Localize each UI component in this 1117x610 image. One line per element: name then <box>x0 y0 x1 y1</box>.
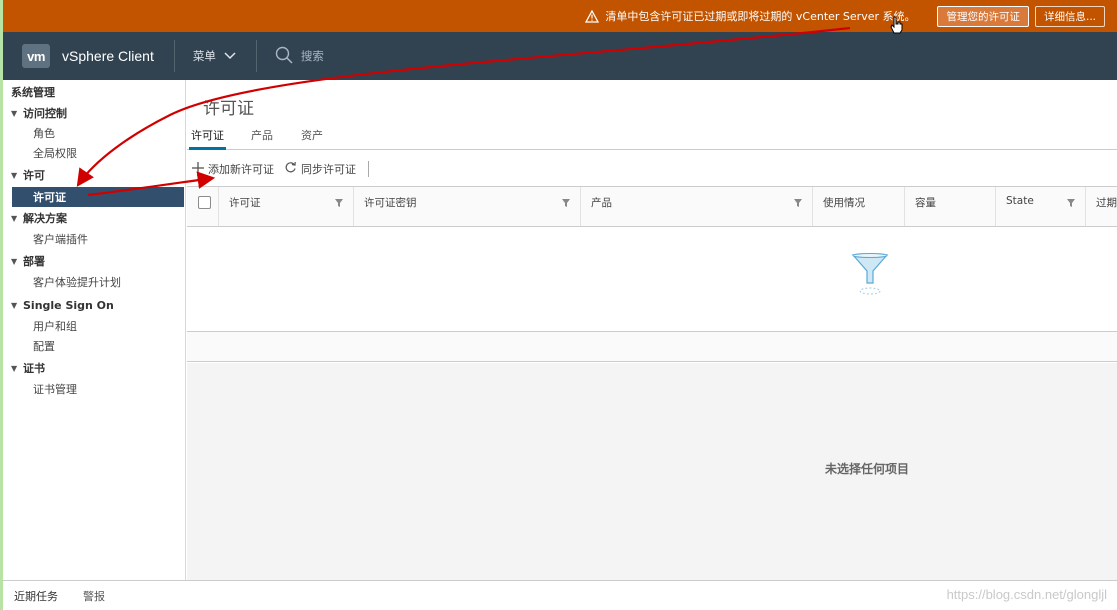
filter-icon[interactable] <box>335 198 343 210</box>
empty-funnel-icon <box>851 253 889 300</box>
sidebar-group-certificates[interactable]: ▼ 证书 <box>3 358 186 378</box>
sidebar-item-global-permissions[interactable]: 全局权限 <box>3 143 186 163</box>
column-header-state[interactable]: State <box>995 187 1085 226</box>
caret-down-icon: ▼ <box>11 170 18 180</box>
filter-icon[interactable] <box>794 198 802 210</box>
page-title: 许可证 <box>203 99 254 119</box>
column-label: State <box>1006 195 1034 207</box>
sidebar-item-client-plugins[interactable]: 客户端插件 <box>3 229 186 249</box>
search-label: 搜索 <box>300 49 324 63</box>
sidebar-item-certificate-management[interactable]: 证书管理 <box>3 379 186 399</box>
no-selection-text: 未选择任何项目 <box>825 462 910 476</box>
column-label: 容量 <box>915 197 936 209</box>
menu-dropdown[interactable]: 菜单 <box>193 48 236 64</box>
details-button[interactable]: 详细信息... <box>1034 5 1105 27</box>
add-license-button[interactable]: 添加新许可证 <box>192 161 274 177</box>
sidebar-group-label: Single Sign On <box>23 298 114 312</box>
column-header-product[interactable]: 产品 <box>580 187 812 226</box>
plus-icon <box>192 161 204 177</box>
caret-down-icon: ▼ <box>11 213 18 223</box>
caret-down-icon: ▼ <box>11 363 18 373</box>
filter-icon[interactable] <box>1067 198 1075 210</box>
header-divider <box>255 40 257 72</box>
column-header-capacity[interactable]: 容量 <box>904 187 995 226</box>
sidebar-item-ceip[interactable]: 客户体验提升计划 <box>3 272 186 292</box>
top-header: vm vSphere Client 菜单 搜索 <box>3 32 1117 80</box>
license-grid: 许可证 许可证密钥 产品 使用情况 容量 State 过期 <box>187 186 1117 332</box>
tab-alarms[interactable]: 警报 <box>83 588 105 604</box>
global-search[interactable]: 搜索 <box>275 46 324 67</box>
column-header-expiration[interactable]: 过期 <box>1085 187 1117 226</box>
chevron-down-icon <box>224 49 236 63</box>
column-header-usage[interactable]: 使用情况 <box>812 187 904 226</box>
sync-licenses-button[interactable]: 同步许可证 <box>284 161 356 177</box>
sidebar-group-solutions[interactable]: ▼ 解决方案 <box>3 208 186 228</box>
column-label: 产品 <box>591 197 612 209</box>
menu-label: 菜单 <box>192 49 216 63</box>
sync-icon <box>284 161 297 177</box>
toolbar-divider <box>368 161 369 177</box>
sidebar-item-roles[interactable]: 角色 <box>3 123 186 143</box>
tab-licenses[interactable]: 许可证 <box>189 127 226 150</box>
sidebar-group-sso[interactable]: ▼ Single Sign On <box>3 295 186 315</box>
caret-down-icon: ▼ <box>11 256 18 266</box>
sidebar-group-label: 访问控制 <box>23 107 67 120</box>
sidebar-heading: 系统管理 <box>11 86 55 99</box>
tab-recent-tasks[interactable]: 近期任务 <box>14 588 58 604</box>
header-divider <box>173 40 175 72</box>
add-license-label: 添加新许可证 <box>208 163 274 176</box>
caret-down-icon: ▼ <box>11 108 18 118</box>
warning-icon <box>585 9 600 23</box>
app-name[interactable]: vSphere Client <box>62 48 154 64</box>
manage-licenses-button[interactable]: 管理您的许可证 <box>937 5 1029 27</box>
sidebar-item-licenses[interactable]: 许可证 <box>12 187 184 207</box>
detail-pane: 未选择任何项目 <box>187 363 1117 580</box>
column-label: 许可证 <box>229 197 261 209</box>
tab-assets[interactable]: 资产 <box>299 127 325 150</box>
tab-bar: 许可证 产品 资产 <box>187 127 1117 150</box>
search-icon <box>275 46 293 67</box>
tab-products[interactable]: 产品 <box>249 127 275 150</box>
grid-footer <box>187 332 1117 362</box>
column-label: 许可证密钥 <box>364 197 417 209</box>
sidebar-group-licensing[interactable]: ▼ 许可 <box>3 165 186 185</box>
sidebar-group-label: 部署 <box>23 255 45 268</box>
sidebar-group-label: 许可 <box>23 169 45 182</box>
filter-icon[interactable] <box>562 198 570 210</box>
select-all-checkbox[interactable] <box>198 196 211 209</box>
main-content: 许可证 许可证 产品 资产 添加新许可证 同步许可证 许可证 许可证密钥 产品 … <box>187 80 1117 580</box>
license-toolbar: 添加新许可证 同步许可证 <box>192 158 369 180</box>
admin-sidebar: 系统管理 ▼ 访问控制 角色 全局权限 ▼ 许可 许可证 ▼ 解决方案 客户端插件 ▼… <box>3 80 186 580</box>
column-label: 过期 <box>1096 197 1117 209</box>
license-alert-banner: 清单中包含许可证已过期或即将过期的 vCenter Server 系统。 管理您… <box>3 0 1117 32</box>
sidebar-item-configuration[interactable]: 配置 <box>3 336 186 356</box>
column-header-license-key[interactable]: 许可证密钥 <box>353 187 580 226</box>
caret-down-icon: ▼ <box>11 300 18 310</box>
column-header-license[interactable]: 许可证 <box>218 187 353 226</box>
sidebar-group-deployment[interactable]: ▼ 部署 <box>3 251 186 271</box>
sidebar-item-users-groups[interactable]: 用户和组 <box>3 316 186 336</box>
grid-header: 许可证 许可证密钥 产品 使用情况 容量 State 过期 <box>187 187 1117 227</box>
alert-message: 清单中包含许可证已过期或即将过期的 vCenter Server 系统。 <box>605 10 916 23</box>
sidebar-group-label: 解决方案 <box>23 212 67 225</box>
vmware-logo[interactable]: vm <box>22 44 50 68</box>
sidebar-group-label: 证书 <box>23 362 45 375</box>
hand-cursor-icon <box>890 16 904 37</box>
column-label: 使用情况 <box>823 197 865 209</box>
sync-licenses-label: 同步许可证 <box>301 163 356 176</box>
sidebar-group-access-control[interactable]: ▼ 访问控制 <box>3 103 186 123</box>
watermark: https://blog.csdn.net/glongljl <box>946 587 1107 602</box>
